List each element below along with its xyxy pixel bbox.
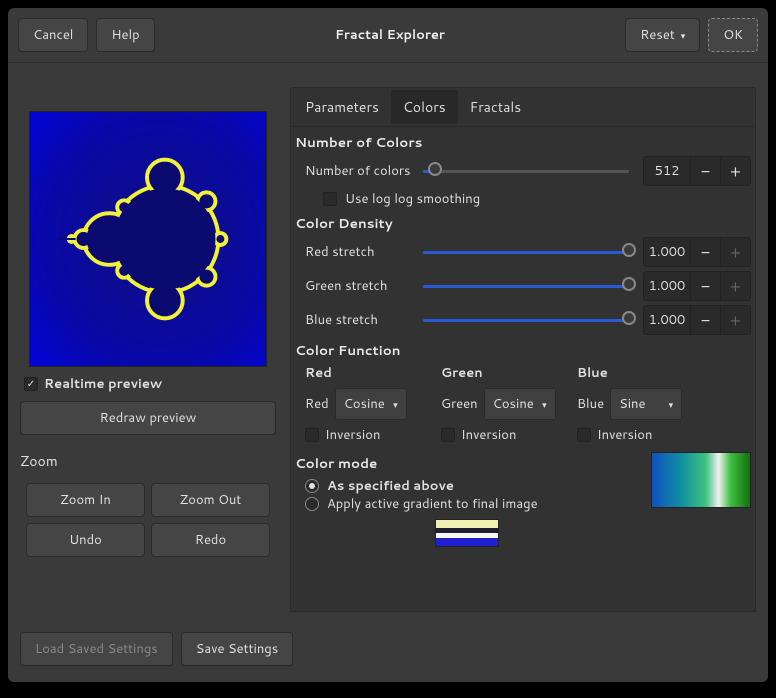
titlebar: Cancel Help Fractal Explorer Reset▾ OK (8, 8, 768, 63)
redo-button[interactable]: Redo (151, 523, 270, 557)
red-stretch-plus[interactable]: + (721, 237, 751, 267)
red-func-label: Red (305, 395, 329, 413)
num-colors-plus[interactable]: + (721, 156, 751, 186)
chevron-down-icon: ▾ (542, 398, 547, 411)
red-stretch-label: Red stretch (305, 243, 415, 261)
tab-fractals[interactable]: Fractals (458, 90, 534, 124)
num-colors-field-label: Number of colors (305, 162, 415, 180)
save-settings-button[interactable]: Save Settings (181, 632, 293, 666)
redraw-preview-button[interactable]: Redraw preview (20, 401, 276, 435)
chevron-down-icon: ▾ (681, 29, 686, 42)
mode-gradient-label: Apply active gradient to final image (327, 495, 538, 513)
blue-stretch-slider[interactable] (423, 310, 629, 330)
num-colors-input[interactable] (643, 156, 691, 186)
mode-gradient-radio[interactable] (305, 497, 319, 511)
left-panel: Realtime preview Redraw preview Zoom Zoo… (20, 87, 276, 612)
green-func-label: Green (441, 395, 478, 413)
red-head: Red (305, 364, 435, 382)
red-stretch-minus[interactable]: − (691, 237, 721, 267)
green-func-select[interactable]: Cosine▾ (484, 388, 556, 420)
zoom-in-button[interactable]: Zoom In (26, 483, 145, 517)
color-density-label: Color Density (295, 214, 751, 233)
green-stretch-label: Green stretch (305, 277, 415, 295)
fractal-preview (29, 111, 267, 367)
color-mode-label: Color mode (295, 454, 639, 473)
active-gradient-preview[interactable] (435, 519, 499, 547)
blue-inversion-label: Inversion (597, 426, 652, 444)
tab-parameters[interactable]: Parameters (293, 90, 391, 124)
realtime-preview-checkbox[interactable] (24, 377, 38, 391)
reset-button[interactable]: Reset▾ (625, 18, 700, 52)
blue-inversion-checkbox[interactable] (577, 428, 591, 442)
green-head: Green (441, 364, 571, 382)
cancel-button[interactable]: Cancel (18, 18, 88, 52)
colors-panel: Number of Colors Number of colors − + (290, 127, 756, 612)
red-inversion-label: Inversion (325, 426, 380, 444)
number-of-colors-label: Number of Colors (295, 133, 751, 152)
footer: Load Saved Settings Save Settings (8, 622, 768, 682)
ok-button[interactable]: OK (708, 18, 758, 52)
color-gradient-preview (651, 452, 751, 508)
mode-as-specified-label: As specified above (327, 477, 454, 495)
red-stretch-input[interactable] (643, 237, 691, 267)
green-stretch-plus[interactable]: + (721, 271, 751, 301)
blue-func-label: Blue (577, 395, 604, 413)
blue-head: Blue (577, 364, 707, 382)
loglog-checkbox[interactable] (323, 192, 337, 206)
blue-stretch-input[interactable] (643, 305, 691, 335)
zoom-label: Zoom (20, 451, 276, 471)
blue-stretch-minus[interactable]: − (691, 305, 721, 335)
undo-button[interactable]: Undo (26, 523, 145, 557)
color-function-label: Color Function (295, 341, 751, 360)
chevron-down-icon: ▾ (669, 398, 674, 411)
num-colors-slider[interactable] (423, 161, 629, 181)
load-saved-settings-button[interactable]: Load Saved Settings (20, 632, 173, 666)
realtime-preview-label: Realtime preview (44, 375, 162, 393)
red-func-select[interactable]: Cosine▾ (335, 388, 407, 420)
dialog-title: Fractal Explorer (335, 26, 445, 44)
green-stretch-input[interactable] (643, 271, 691, 301)
green-inversion-label: Inversion (461, 426, 516, 444)
mode-as-specified-radio[interactable] (305, 479, 319, 493)
green-stretch-minus[interactable]: − (691, 271, 721, 301)
loglog-label: Use log log smoothing (345, 190, 480, 208)
blue-func-select[interactable]: Sine▾ (610, 388, 682, 420)
blue-stretch-plus[interactable]: + (721, 305, 751, 335)
red-stretch-slider[interactable] (423, 242, 629, 262)
blue-stretch-label: Blue stretch (305, 311, 415, 329)
red-inversion-checkbox[interactable] (305, 428, 319, 442)
green-inversion-checkbox[interactable] (441, 428, 455, 442)
dialog-window: Cancel Help Fractal Explorer Reset▾ OK (8, 8, 768, 682)
zoom-out-button[interactable]: Zoom Out (151, 483, 270, 517)
green-stretch-slider[interactable] (423, 276, 629, 296)
num-colors-minus[interactable]: − (691, 156, 721, 186)
tab-colors[interactable]: Colors (391, 90, 458, 124)
tabs: Parameters Colors Fractals (290, 87, 756, 127)
right-panel: Parameters Colors Fractals Number of Col… (290, 87, 756, 612)
help-button[interactable]: Help (96, 18, 154, 52)
chevron-down-icon: ▾ (393, 398, 398, 411)
